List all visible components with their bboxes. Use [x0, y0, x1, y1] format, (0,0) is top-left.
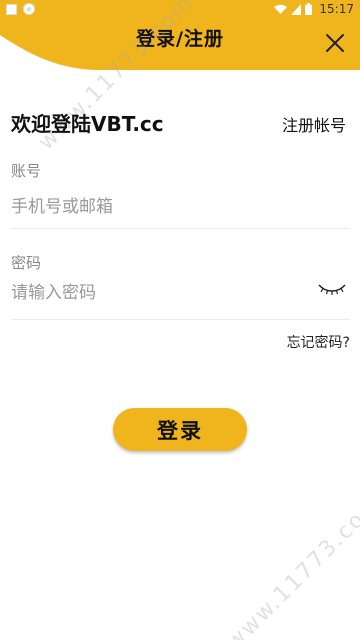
signal-icon: [291, 3, 302, 15]
status-time: 15:17: [319, 2, 354, 16]
password-input[interactable]: [11, 278, 311, 308]
battery-icon: [305, 3, 313, 15]
welcome-heading: 欢迎登陆VBT.cc: [11, 112, 164, 136]
forgot-password-link[interactable]: 忘记密码?: [287, 332, 350, 352]
password-label: 密码: [11, 254, 42, 272]
register-account-link[interactable]: 注册帐号: [282, 112, 346, 136]
wifi-icon: [274, 4, 288, 14]
account-input[interactable]: [11, 192, 348, 222]
password-divider: [11, 319, 350, 320]
eye-closed-icon[interactable]: [318, 282, 346, 296]
notification-icon: [6, 3, 17, 15]
watermark: www.11773.com: [221, 489, 360, 640]
close-icon[interactable]: [324, 32, 346, 54]
app-notification-icon: o: [23, 3, 35, 15]
login-screen: o 15:17 登录/注册 www.11773.com www.11773.co…: [0, 0, 360, 640]
login-button[interactable]: 登录: [113, 408, 247, 451]
account-divider: [11, 228, 350, 229]
account-label: 账号: [11, 162, 42, 180]
page-title: 登录/注册: [136, 28, 224, 50]
